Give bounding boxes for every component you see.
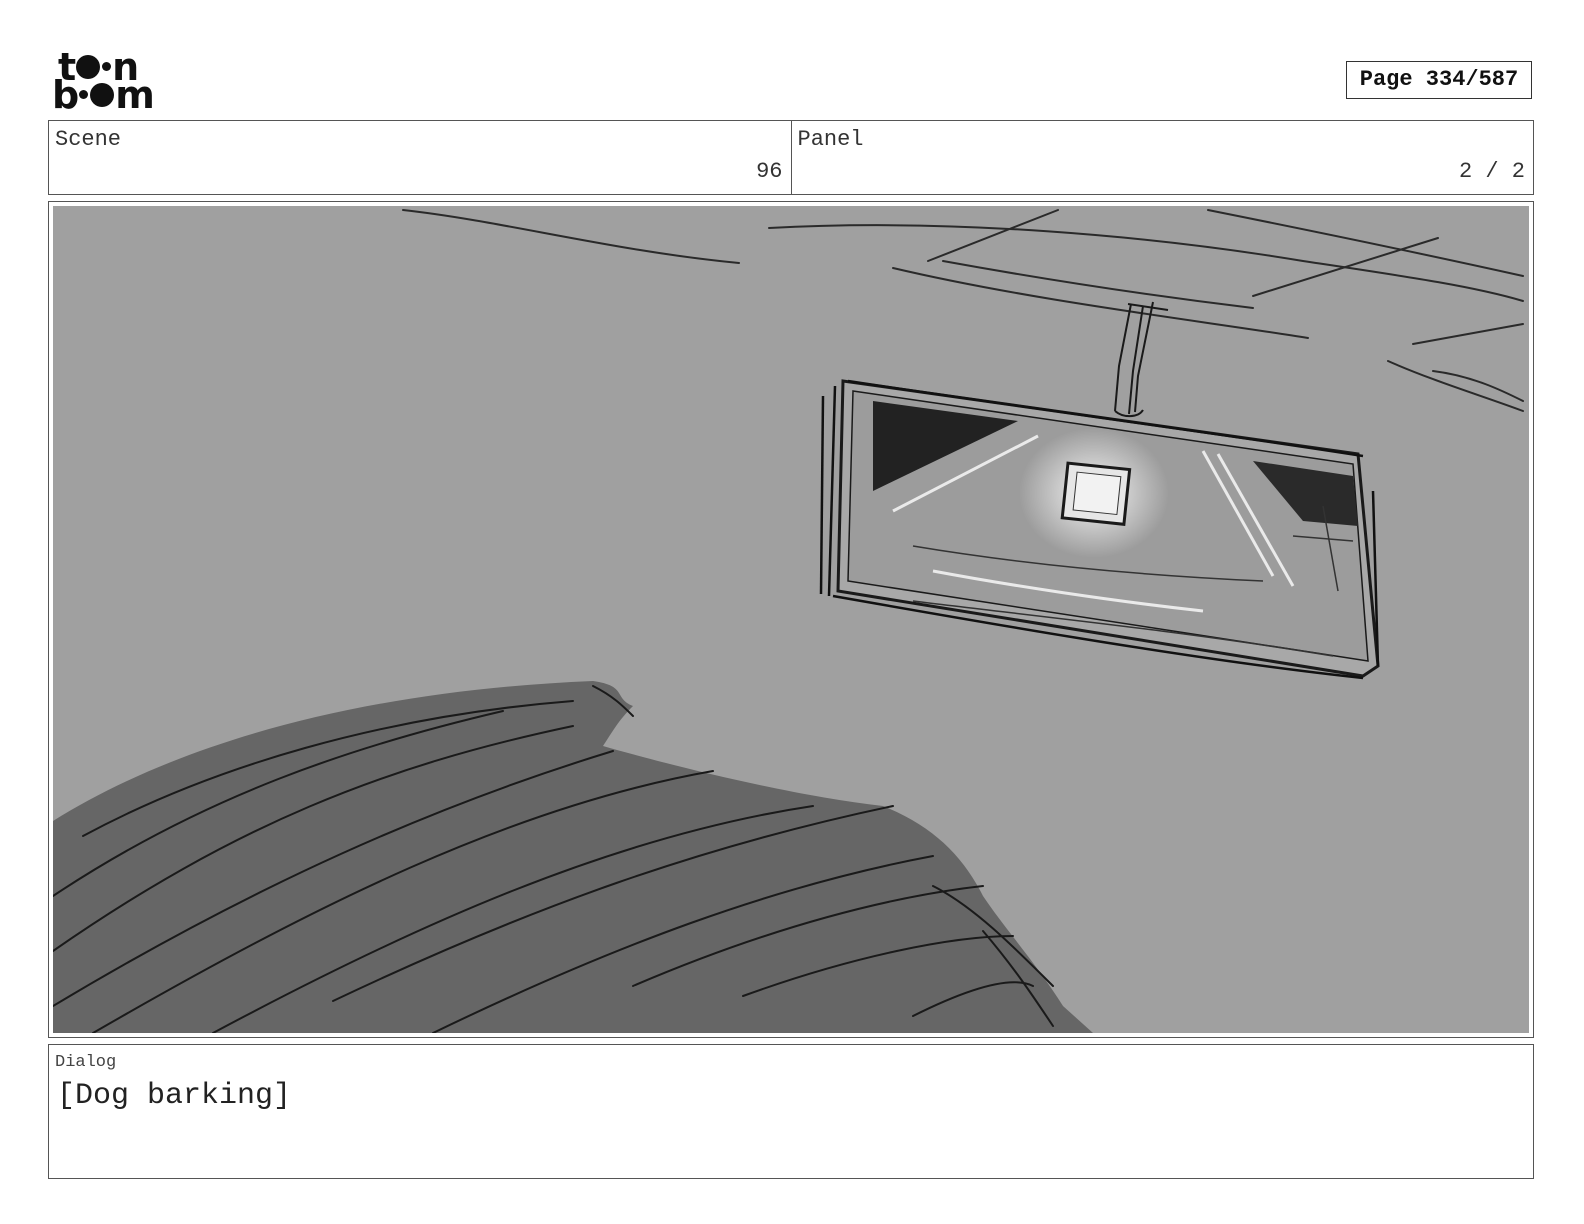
page-number: Page 334/587: [1346, 61, 1532, 99]
rearview-mirror-sketch: [53, 206, 1529, 1033]
logo-bottom-line: bm: [52, 73, 155, 117]
logo-small-dot-icon: [102, 62, 112, 71]
logo-dot-icon: [90, 82, 115, 107]
panel-cell: Panel 2 / 2: [790, 121, 1534, 194]
panel-number: 2 / 2: [1458, 159, 1525, 184]
scene-panel-info: Scene 96 Panel 2 / 2: [48, 120, 1534, 195]
scene-number: 96: [756, 159, 783, 184]
panel-label: Panel: [797, 127, 864, 152]
logo-dot-icon: [76, 54, 101, 79]
logo-small-dot-icon: [79, 90, 89, 99]
toon-boom-logo: tn bm: [50, 48, 166, 117]
scene-label: Scene: [55, 127, 122, 152]
dialog-text: [Dog barking]: [57, 1079, 292, 1113]
storyboard-panel: [48, 201, 1534, 1038]
dialog-label: Dialog: [55, 1053, 117, 1072]
dialog-box: Dialog [Dog barking]: [48, 1044, 1534, 1179]
scene-cell: Scene 96: [49, 121, 791, 194]
